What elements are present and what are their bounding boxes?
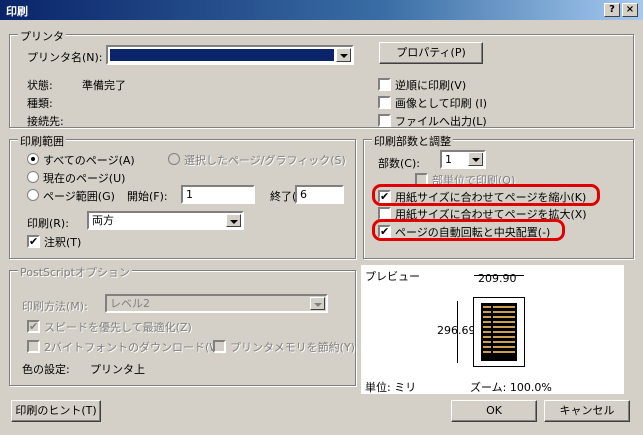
method-value: レベル2 bbox=[110, 297, 150, 310]
printer-name-label: プリンタ名(N): bbox=[27, 51, 103, 64]
all-pages-radio[interactable] bbox=[27, 153, 39, 165]
method-combo[interactable]: レベル2 bbox=[105, 294, 328, 313]
all-pages-label[interactable]: すべてのページ(A) bbox=[43, 152, 135, 168]
preview-panel: プレビュー 209.90 296.69 単位: ミリ ズーム: 100.0% bbox=[361, 265, 624, 394]
printer-name-combo[interactable] bbox=[106, 45, 354, 65]
preview-label: プレビュー bbox=[365, 270, 420, 283]
dialog-title: 印刷 bbox=[6, 5, 28, 18]
help-button[interactable]: ? bbox=[604, 3, 620, 17]
autorotate-highlight bbox=[372, 219, 565, 241]
printer-name-selection bbox=[110, 49, 334, 61]
reverse-checkbox[interactable] bbox=[378, 78, 391, 91]
save-memory-label[interactable]: プリンタメモリを節約(Y) bbox=[230, 339, 355, 355]
properties-button[interactable]: プロパティ(P) bbox=[379, 42, 483, 64]
unit-label: 単位: ミリ bbox=[365, 381, 417, 394]
close-button[interactable]: × bbox=[622, 3, 638, 17]
end-input[interactable]: 6 bbox=[295, 185, 344, 204]
ok-button[interactable]: OK bbox=[451, 400, 537, 422]
download-fonts-label[interactable]: 2バイトフォントのダウンロード(W) bbox=[44, 339, 224, 355]
print-what-value: 両方 bbox=[92, 214, 114, 227]
reverse-label[interactable]: 逆順に印刷(V) bbox=[395, 77, 466, 93]
color-value: プリンタ上 bbox=[90, 363, 145, 376]
as-image-checkbox[interactable] bbox=[378, 96, 391, 109]
selection-radio[interactable] bbox=[168, 153, 180, 165]
start-input[interactable]: 1 bbox=[181, 185, 255, 204]
page-range-label[interactable]: ページ範囲(G) bbox=[43, 188, 115, 204]
chevron-down-icon[interactable] bbox=[310, 297, 325, 310]
print-what-combo[interactable]: 両方 bbox=[87, 211, 244, 230]
status-label: 状態: bbox=[27, 79, 53, 92]
print-what-label: 印刷(R): bbox=[27, 217, 69, 230]
as-image-label[interactable]: 画像として印刷 (I) bbox=[395, 95, 487, 111]
port-label: 接続先: bbox=[27, 115, 64, 128]
copies-value: 1 bbox=[445, 153, 452, 166]
handling-group-label: 印刷部数と調整 bbox=[372, 133, 453, 149]
chevron-down-icon[interactable] bbox=[226, 214, 241, 227]
speed-checkbox[interactable]: ✔ bbox=[27, 320, 40, 333]
start-label: 開始(F): bbox=[127, 190, 168, 203]
page-range-radio[interactable] bbox=[27, 189, 39, 201]
selection-label[interactable]: 選択したページ/グラフィック(S) bbox=[184, 152, 346, 168]
page-thumbnail bbox=[473, 297, 525, 367]
color-label: 色の設定: bbox=[22, 363, 70, 376]
preview-width-value: 209.90 bbox=[478, 272, 517, 285]
annotations-checkbox[interactable]: ✔ bbox=[27, 235, 40, 248]
printer-group-label: プリンタ bbox=[18, 28, 66, 44]
print-to-file-label[interactable]: ファイルへ出力(L) bbox=[395, 113, 487, 129]
spinner-arrows-icon[interactable] bbox=[468, 153, 483, 166]
current-page-radio[interactable] bbox=[27, 171, 39, 183]
method-label: 印刷方法(M): bbox=[22, 300, 88, 313]
shrink-highlight bbox=[372, 184, 600, 206]
print-to-file-checkbox[interactable] bbox=[378, 114, 391, 127]
width-dimension-line bbox=[474, 275, 524, 276]
copies-spinner[interactable]: 1 bbox=[440, 150, 486, 169]
cancel-button[interactable]: キャンセル bbox=[544, 400, 630, 422]
height-dimension-line bbox=[457, 301, 458, 363]
print-hint-button[interactable]: 印刷のヒント(T) bbox=[11, 400, 101, 422]
current-page-label[interactable]: 現在のページ(U) bbox=[43, 170, 125, 186]
status-value: 準備完了 bbox=[82, 79, 126, 92]
type-label: 種類: bbox=[27, 97, 53, 110]
save-memory-checkbox[interactable] bbox=[213, 340, 226, 353]
chevron-down-icon[interactable] bbox=[336, 48, 351, 62]
zoom-label: ズーム: 100.0% bbox=[470, 381, 552, 394]
print-range-group-label: 印刷範囲 bbox=[18, 133, 66, 149]
copies-label: 部数(C): bbox=[378, 157, 420, 170]
speed-label[interactable]: スピードを優先して最適化(Z) bbox=[44, 319, 192, 335]
download-fonts-checkbox[interactable] bbox=[27, 340, 40, 353]
title-bar[interactable]: 印刷 ? × bbox=[0, 0, 643, 20]
print-dialog: 印刷 ? × プリンタ プリンタ名(N): プロパティ(P) 状態: 準備完了 … bbox=[0, 0, 643, 435]
annotations-label[interactable]: 注釈(T) bbox=[44, 234, 81, 250]
postscript-group-label: PostScriptオプション bbox=[18, 264, 132, 280]
